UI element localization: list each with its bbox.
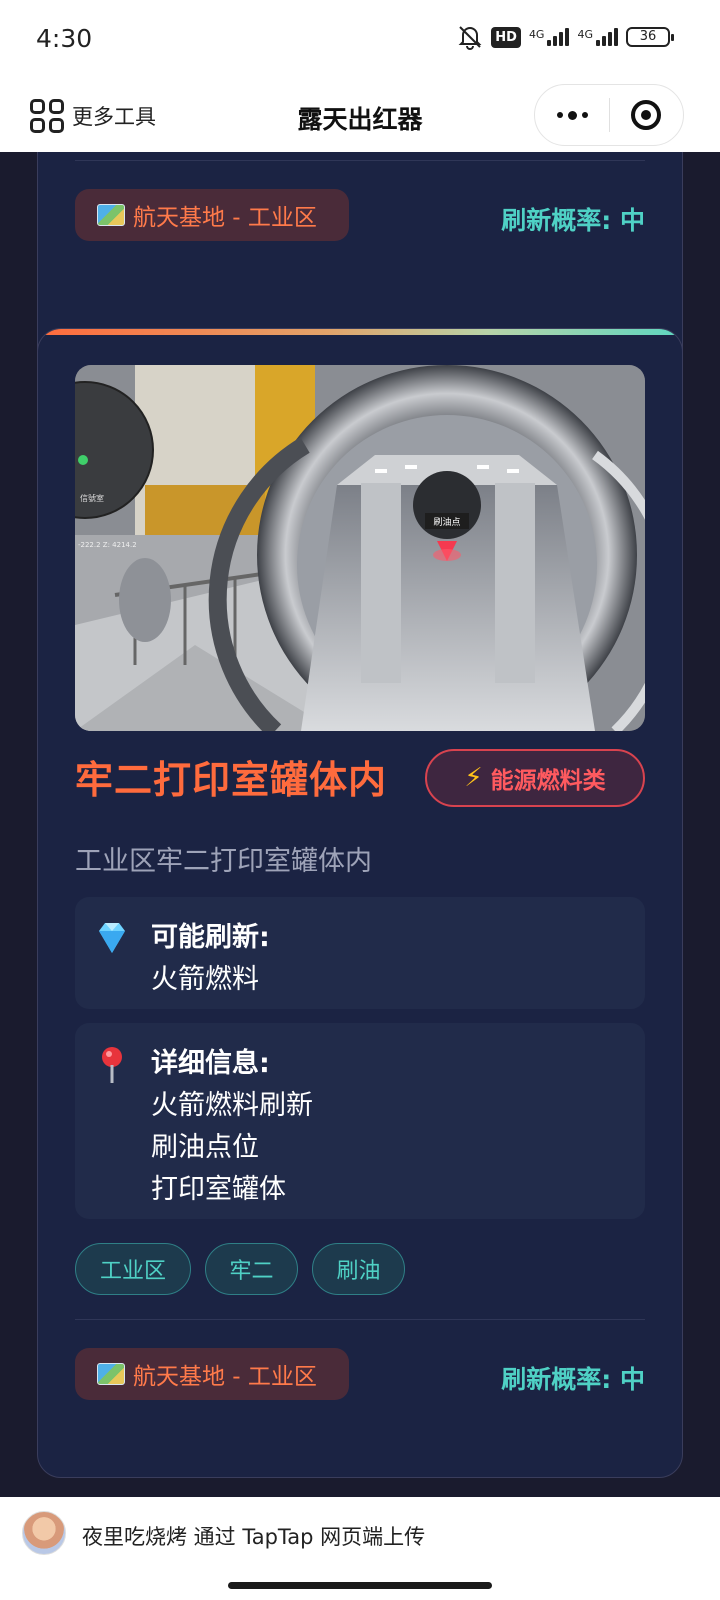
possible-loot-box: 可能刷新: 火箭燃料 xyxy=(75,897,645,1009)
map-pin-icon xyxy=(102,1047,122,1083)
mini-program-nav-bar: 更多工具 露天出红器 xyxy=(0,80,720,152)
spot-title: 牢二打印室罐体内 xyxy=(75,758,388,802)
tag-chip[interactable]: 牢二 xyxy=(205,1243,298,1295)
gem-icon xyxy=(99,923,125,953)
spot-screenshot[interactable]: 信號室 -222.2 Z: 4214.2 刷油点 xyxy=(75,365,645,731)
category-label: 能源燃料类 xyxy=(490,768,606,794)
card-accent-bar xyxy=(38,329,682,335)
tag-chip[interactable]: 工业区 xyxy=(75,1243,191,1295)
world-map-icon xyxy=(97,204,125,226)
network-type-1: 4G xyxy=(528,28,545,41)
detail-line: 打印室罐体 xyxy=(151,1174,286,1205)
status-time: 4:30 xyxy=(36,24,93,53)
location-badge[interactable]: 航天基地 - 工业区 xyxy=(75,189,349,241)
world-map-icon xyxy=(97,1363,125,1385)
spot-card: 信號室 -222.2 Z: 4214.2 刷油点 牢二打印室罐体内 ⚡ 能源燃料… xyxy=(37,328,683,1478)
close-miniprogram-button[interactable] xyxy=(610,100,683,130)
avatar[interactable] xyxy=(22,1511,66,1555)
network-type-2: 4G xyxy=(577,28,593,41)
location-label: 航天基地 - 工业区 xyxy=(133,1364,317,1390)
refresh-rate: 刷新概率: 中 xyxy=(501,1365,645,1394)
capsule-menu xyxy=(534,84,684,146)
lightning-icon: ⚡ xyxy=(464,763,483,793)
signal-1-icon: 4G xyxy=(529,28,570,46)
uploader-info: 夜里吃烧烤 通过 TapTap 网页端上传 xyxy=(82,1525,426,1549)
hd-voice-icon: HD xyxy=(491,26,521,48)
coords-readout: -222.2 Z: 4214.2 xyxy=(78,541,137,549)
tag-chip[interactable]: 刷油 xyxy=(312,1243,405,1295)
category-badge[interactable]: ⚡ 能源燃料类 xyxy=(425,749,645,807)
location-badge[interactable]: 航天基地 - 工业区 xyxy=(75,1348,349,1400)
scroll-content[interactable]: 航天基地 - 工业区 刷新概率: 中 信號室 -222.2 Z: 4214.2 … xyxy=(0,152,720,1497)
card-divider xyxy=(75,160,645,161)
game-scene-illustration: 信號室 -222.2 Z: 4214.2 刷油点 xyxy=(75,365,645,731)
detail-line: 刷油点位 xyxy=(151,1132,259,1163)
detail-line: 火箭燃料刷新 xyxy=(151,1090,313,1121)
possible-loot-title: 可能刷新: xyxy=(151,922,270,953)
minimap-label: 信號室 xyxy=(80,493,104,503)
possible-loot-item: 火箭燃料 xyxy=(151,964,259,995)
oil-point-sign: 刷油点 xyxy=(433,516,460,528)
uploader-bar: 夜里吃烧烤 通过 TapTap 网页端上传 xyxy=(0,1497,720,1600)
signal-2-icon: 4G xyxy=(577,28,618,46)
battery-icon: 36 xyxy=(626,27,674,47)
details-title: 详细信息: xyxy=(151,1048,270,1079)
refresh-rate: 刷新概率: 中 xyxy=(501,206,645,235)
location-label: 航天基地 - 工业区 xyxy=(133,205,317,231)
status-icons: HD 4G 4G 36 xyxy=(457,24,674,50)
status-bar: 4:30 HD 4G 4G 36 xyxy=(0,0,720,80)
details-box: 详细信息: 火箭燃料刷新 刷油点位 打印室罐体 xyxy=(75,1023,645,1219)
spot-description: 工业区牢二打印室罐体内 xyxy=(75,846,372,877)
target-icon xyxy=(631,100,662,130)
more-options-button[interactable] xyxy=(535,110,609,120)
card-divider xyxy=(75,1319,645,1320)
home-indicator[interactable] xyxy=(228,1582,492,1589)
muted-bell-icon xyxy=(458,26,482,50)
